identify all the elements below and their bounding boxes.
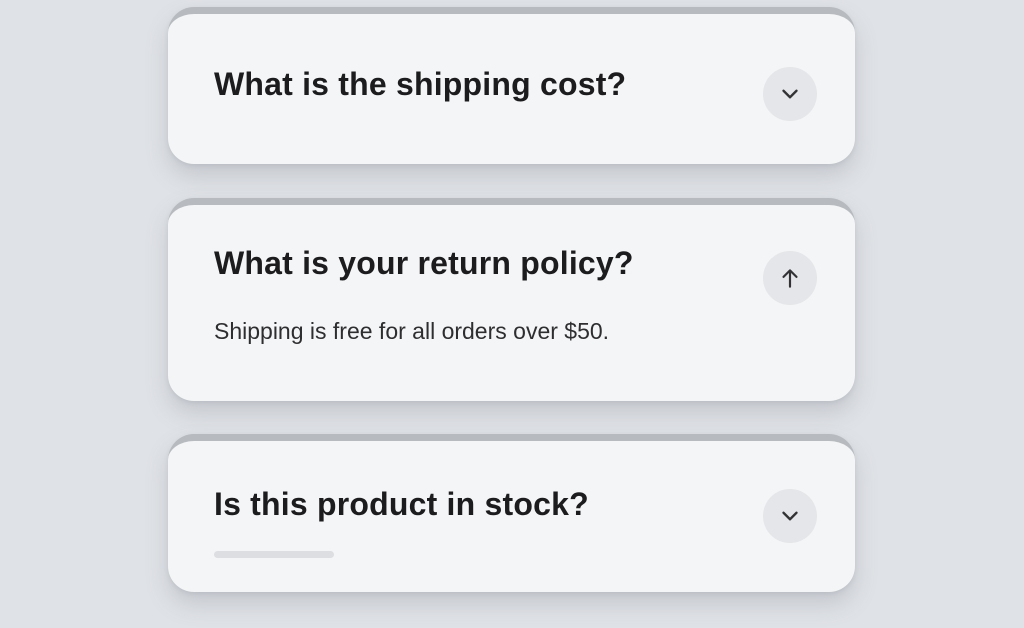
arrow-up-icon — [782, 269, 798, 288]
faq-question[interactable]: Is this product in stock? — [214, 486, 589, 523]
faq-item-return-policy[interactable]: What is your return policy? Shipping is … — [168, 198, 855, 401]
chevron-down-icon — [782, 511, 798, 521]
faq-answer: Shipping is free for all orders over $50… — [214, 318, 610, 344]
collapse-toggle-button[interactable] — [763, 251, 817, 305]
expand-toggle-button[interactable] — [763, 67, 817, 121]
faq-question[interactable]: What is your return policy? — [214, 245, 634, 282]
faq-question[interactable]: What is the shipping cost? — [214, 66, 626, 103]
chevron-down-icon — [782, 89, 798, 99]
faq-item-shipping-cost[interactable]: What is the shipping cost? — [168, 7, 855, 164]
faq-list: What is the shipping cost? What is your … — [0, 0, 1024, 628]
loading-placeholder-bar — [214, 551, 334, 558]
expand-toggle-button[interactable] — [763, 489, 817, 543]
faq-item-stock[interactable]: Is this product in stock? — [168, 434, 855, 592]
